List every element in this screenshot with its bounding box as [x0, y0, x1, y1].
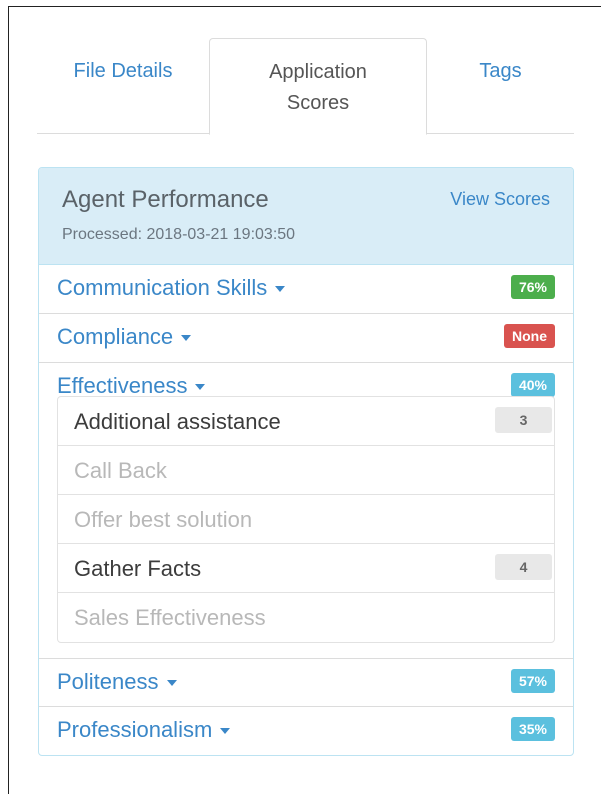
view-scores-link[interactable]: View Scores: [450, 189, 550, 210]
category-label: Communication Skills: [57, 275, 268, 300]
category-toggle-compliance[interactable]: Compliance: [57, 324, 192, 350]
caret-down-icon: [275, 286, 286, 293]
score-badge: 76%: [510, 275, 555, 299]
panel-header: Agent Performance Processed: 2018-03-21 …: [39, 168, 573, 265]
list-item-label: Call Back: [74, 458, 167, 483]
count-badge: 4: [495, 554, 552, 580]
category-row-politeness: Politeness 57%: [39, 658, 573, 707]
category-label: Compliance: [57, 324, 174, 349]
category-row-professionalism: Professionalism 35%: [39, 707, 573, 756]
list-item[interactable]: Additional assistance 3: [58, 397, 554, 446]
agent-performance-panel: Agent Performance Processed: 2018-03-21 …: [38, 167, 574, 756]
tab-application-scores-label-line1: Application: [269, 61, 367, 83]
score-badge: 40%: [510, 373, 555, 397]
category-label: Politeness: [57, 669, 159, 694]
category-label: Professionalism: [57, 717, 213, 742]
tab-tags-label: Tags: [479, 60, 522, 82]
list-item-label: Offer best solution: [74, 507, 253, 532]
category-label: Effectiveness: [57, 373, 188, 398]
tab-file-details-label: File Details: [73, 60, 173, 82]
category-toggle-politeness[interactable]: Politeness: [57, 669, 177, 695]
tab-application-scores[interactable]: Application Scores: [209, 38, 427, 135]
effectiveness-sublist: Additional assistance 3 Call Back Offer …: [57, 396, 555, 643]
tab-application-scores-label-line2: Scores: [286, 92, 350, 114]
list-item[interactable]: Gather Facts 4: [58, 544, 554, 593]
tab-tags[interactable]: Tags: [427, 38, 574, 134]
category-row-communication-skills: Communication Skills 76%: [39, 265, 573, 314]
list-item: Sales Effectiveness: [58, 593, 554, 642]
caret-down-icon: [220, 728, 231, 735]
processed-timestamp: Processed: 2018-03-21 19:03:50: [62, 226, 296, 243]
tab-bar: File Details Application Scores Tags: [37, 38, 574, 135]
caret-down-icon: [166, 680, 177, 687]
panel-title: Agent Performance: [62, 186, 269, 213]
list-item: Offer best solution: [58, 495, 554, 544]
caret-down-icon: [181, 335, 192, 342]
caret-down-icon: [195, 384, 206, 391]
score-badge: None: [504, 324, 555, 348]
score-badge: 35%: [510, 717, 555, 741]
score-badge: 57%: [510, 669, 555, 693]
list-item-label: Sales Effectiveness: [74, 605, 266, 630]
count-badge: 3: [495, 407, 552, 433]
list-item: Call Back: [58, 446, 554, 495]
category-toggle-professionalism[interactable]: Professionalism: [57, 717, 231, 743]
tab-file-details[interactable]: File Details: [37, 38, 209, 134]
category-row-compliance: Compliance None: [39, 314, 573, 363]
list-item-label: Gather Facts: [74, 556, 202, 581]
list-item-label: Additional assistance: [74, 409, 281, 434]
category-toggle-communication-skills[interactable]: Communication Skills: [57, 275, 286, 301]
